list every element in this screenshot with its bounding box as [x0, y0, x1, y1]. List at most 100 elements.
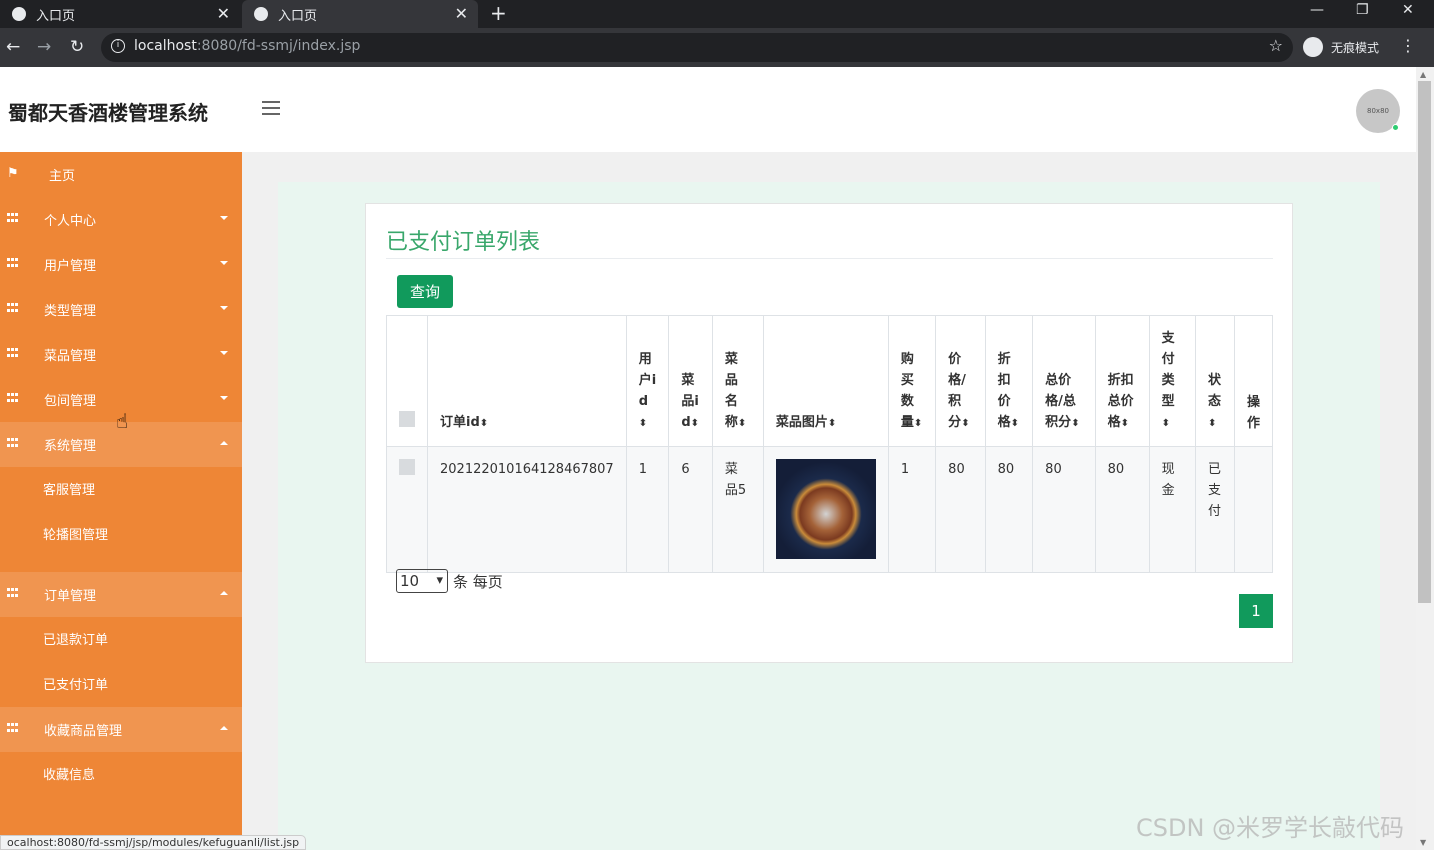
- dish-image-cell: [762, 446, 889, 573]
- forward-icon[interactable]: →: [37, 37, 51, 57]
- caret-up-icon: [220, 726, 228, 730]
- url-field[interactable]: i localhost:8080/fd-ssmj/index.jsp ☆: [101, 33, 1293, 62]
- avatar[interactable]: 80x80: [1356, 89, 1400, 133]
- page-size-select[interactable]: 10: [396, 569, 448, 593]
- globe-icon: [254, 7, 268, 21]
- page-scrollbar[interactable]: ▲ ▼: [1416, 67, 1434, 850]
- sidebar-item-user-management[interactable]: 用户管理: [0, 242, 242, 287]
- caret-down-icon: [220, 261, 228, 265]
- tab-close-icon[interactable]: ✕: [455, 4, 468, 23]
- avatar-text: 80x80: [1367, 107, 1389, 115]
- query-button[interactable]: 查询: [397, 275, 453, 308]
- watermark: CSDN @米罗学长敲代码: [1136, 814, 1405, 842]
- sidebar-item-personal-center[interactable]: 个人中心: [0, 197, 242, 242]
- sort-icon: ⬍: [961, 418, 970, 429]
- column-header[interactable]: 订单id⬍: [427, 315, 627, 447]
- column-header[interactable]: 折扣价格⬍: [984, 315, 1034, 447]
- sidebar-item-order-management[interactable]: 订单管理: [0, 572, 242, 617]
- address-bar: ← → ↻ i localhost:8080/fd-ssmj/index.jsp…: [0, 28, 1434, 67]
- url-host: localhost: [134, 38, 197, 54]
- sidebar-item-label: 用户管理: [44, 259, 97, 274]
- status-bar-url: ocalhost:8080/fd-ssmj/jsp/modules/kefugu…: [0, 835, 307, 850]
- grid-icon: [7, 588, 19, 598]
- column-header[interactable]: 菜品id⬍: [668, 315, 713, 447]
- sidebar-item-label: 系统管理: [44, 439, 97, 454]
- scroll-down-icon[interactable]: ▼: [1420, 838, 1426, 847]
- sidebar-subitem-customer-service[interactable]: 客服管理: [0, 466, 242, 511]
- column-header[interactable]: 总价格/总积分⬍: [1032, 315, 1096, 447]
- column-header: 操作: [1233, 315, 1274, 447]
- sidebar-subitem-favorites-info[interactable]: 收藏信息: [0, 751, 242, 796]
- new-tab-icon[interactable]: +: [490, 1, 507, 25]
- sort-icon: ⬍: [690, 418, 700, 429]
- grid-icon: [7, 723, 19, 733]
- sidebar-item-home[interactable]: ⚑ 主页: [0, 152, 242, 197]
- column-header[interactable]: 支付类型⬍: [1148, 315, 1197, 447]
- pay-type-cell: 现金: [1148, 446, 1197, 573]
- order-list-card: 已支付订单列表 查询 订单id⬍ 用户id⬍ 菜品id⬍ 菜品名称⬍ 菜品图片⬍…: [365, 203, 1293, 663]
- scrollbar-thumb[interactable]: [1418, 81, 1431, 603]
- column-header[interactable]: 折扣总价格⬍: [1094, 315, 1150, 447]
- column-header[interactable]: 购买数量⬍: [887, 315, 937, 447]
- browser-tab[interactable]: 入口页 ✕: [0, 0, 240, 28]
- browser-tab-active[interactable]: 入口页 ✕: [242, 0, 478, 28]
- pagination-page-1[interactable]: 1: [1239, 594, 1273, 628]
- orders-table: 订单id⬍ 用户id⬍ 菜品id⬍ 菜品名称⬍ 菜品图片⬍ 购买数量⬍ 价格/积…: [386, 315, 1274, 573]
- tab-close-icon[interactable]: ✕: [217, 4, 230, 23]
- scroll-up-icon[interactable]: ▲: [1420, 70, 1426, 79]
- discount-total-cell: 80: [1094, 446, 1150, 573]
- row-select-cell: [386, 446, 428, 573]
- dish-image: [775, 459, 876, 559]
- discount-price-cell: 80: [984, 446, 1034, 573]
- minimize-icon[interactable]: —: [1310, 2, 1324, 18]
- sidebar-subitem-label: 轮播图管理: [43, 528, 109, 543]
- sidebar-item-type-management[interactable]: 类型管理: [0, 287, 242, 332]
- tab-title: 入口页: [278, 8, 318, 24]
- caret-down-icon: [220, 351, 228, 355]
- actions-cell: [1233, 446, 1274, 573]
- sidebar-item-favorites-management[interactable]: 收藏商品管理: [0, 707, 242, 752]
- price-cell: 80: [935, 446, 986, 573]
- sidebar-item-label: 主页: [49, 169, 76, 184]
- site-info-icon[interactable]: i: [111, 39, 125, 53]
- url-path: :8080/fd-ssmj/index.jsp: [196, 38, 361, 54]
- window-close-icon[interactable]: ✕: [1402, 2, 1414, 18]
- row-checkbox[interactable]: [399, 459, 415, 475]
- grid-icon: [7, 348, 19, 358]
- sidebar-item-label: 收藏商品管理: [44, 724, 123, 739]
- online-status-dot: [1392, 124, 1399, 131]
- hamburger-menu-icon[interactable]: [262, 101, 280, 119]
- sort-icon: ⬍: [479, 418, 489, 429]
- table-header-row: 订单id⬍ 用户id⬍ 菜品id⬍ 菜品名称⬍ 菜品图片⬍ 购买数量⬍ 价格/积…: [386, 315, 1274, 447]
- dish-id-cell: 6: [668, 446, 713, 573]
- column-header[interactable]: 状态⬍: [1195, 315, 1235, 447]
- select-all-checkbox[interactable]: [399, 411, 415, 427]
- divider: [386, 258, 1273, 259]
- grid-icon: [7, 258, 19, 268]
- sidebar-subitem-refunded-orders[interactable]: 已退款订单: [0, 616, 242, 661]
- globe-icon: [12, 7, 26, 21]
- sidebar-subitem-label: 客服管理: [43, 483, 96, 498]
- reload-icon[interactable]: ↻: [70, 37, 84, 57]
- incognito-indicator[interactable]: 无痕模式: [1303, 37, 1379, 57]
- table-row[interactable]: 202122010164128467807 1 6 菜品5 1 80 80 80…: [386, 446, 1274, 573]
- back-icon[interactable]: ←: [6, 37, 20, 57]
- tab-title: 入口页: [36, 8, 76, 24]
- sidebar-subitem-paid-orders[interactable]: 已支付订单: [0, 661, 242, 706]
- column-header[interactable]: 菜品图片⬍: [762, 315, 889, 447]
- sidebar-subitem-carousel[interactable]: 轮播图管理: [0, 511, 242, 556]
- column-header[interactable]: 价格/积分⬍: [935, 315, 986, 447]
- column-header[interactable]: 菜品名称⬍: [711, 315, 764, 447]
- caret-up-icon: [220, 591, 228, 595]
- column-header[interactable]: 用户id⬍: [625, 315, 670, 447]
- bookmark-star-icon[interactable]: ☆: [1269, 36, 1283, 55]
- caret-down-icon: [220, 396, 228, 400]
- browser-menu-icon[interactable]: ⋮: [1400, 36, 1416, 55]
- page-size-label: 条 每页: [453, 572, 503, 591]
- sidebar-item-dish-management[interactable]: 菜品管理: [0, 332, 242, 377]
- restore-icon[interactable]: ❐: [1356, 2, 1369, 18]
- grid-icon: [7, 213, 19, 223]
- select-all-header: [386, 315, 428, 447]
- sort-icon: ⬍: [1161, 418, 1171, 429]
- sidebar: ⚑ 主页 个人中心 用户管理 类型管理 菜品管理 包间管理 系统管理 客服管理 …: [0, 152, 242, 850]
